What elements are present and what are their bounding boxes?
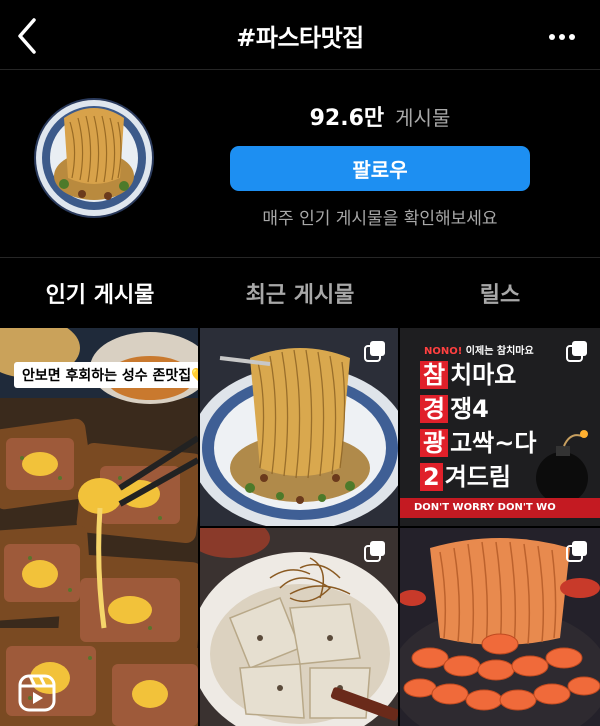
tab-reels[interactable]: 릴스 [400,258,600,328]
carousel-icon [364,340,386,362]
hashtag-profile: 92.6만 게시물 팔로우 매주 인기 게시물을 확인해보세요 [0,70,600,258]
ad-line-4: 2 겨드림 [420,460,590,494]
ad-headline: 참 치마요 경 쟁4 광 고싹~다 2 겨드림 [420,358,590,494]
profile-subtext: 매주 인기 게시물을 확인해보세요 [262,209,498,229]
grid-post-ravioli[interactable] [200,528,398,726]
top-bar: #파스타맛집 [0,0,600,70]
pasta-thumbnail-image [34,98,154,218]
ad-line-1: 참 치마요 [420,358,590,392]
follow-button[interactable]: 팔로우 [230,146,530,191]
ad-line-2: 경 쟁4 [420,392,590,426]
more-horizontal-icon [549,34,575,40]
carousel-icon [566,340,588,362]
hashtag-avatar[interactable] [34,98,154,218]
ad-line-3: 광 고싹~다 [420,426,590,460]
tab-recent-posts[interactable]: 최근 게시물 [200,258,400,328]
reels-icon [18,674,56,712]
ad-banner: DON'T WORRY DON'T WO [400,498,600,518]
grid-post-ad[interactable]: NONO! 이제는 참치마요 참 치마요 경 쟁4 광 고싹~다 2 겨드림 DON'T… [400,328,600,526]
post-count-label: 게시물 [395,106,451,130]
ad-top-line: NONO! 이제는 참치마요 [424,342,534,357]
carousel-icon [364,540,386,562]
page-title: #파스타맛집 [236,24,364,52]
tab-top-posts[interactable]: 인기 게시물 [0,258,200,328]
post-count-value: 92.6만 [309,106,385,131]
content-tabs: 인기 게시물 최근 게시물 릴스 [0,258,600,328]
ad-top-red-text: NONO! [424,346,463,357]
grid-post-shrimp-pasta[interactable] [400,528,600,726]
more-options-button[interactable] [542,22,582,52]
grid-post-reel[interactable]: 안보면 후회하는 성수 존맛집💛 [0,328,198,726]
grid-post-spaghetti[interactable] [200,328,398,526]
post-caption-overlay: 안보면 후회하는 성수 존맛집💛 [14,362,198,388]
ad-top-white-text: 이제는 참치마요 [465,346,534,357]
carousel-icon [566,540,588,562]
post-count: 92.6만 게시물 [230,100,530,132]
post-grid: 안보면 후회하는 성수 존맛집💛 NONO! 이제는 참치마요 참 치마요 경 … [0,328,600,726]
